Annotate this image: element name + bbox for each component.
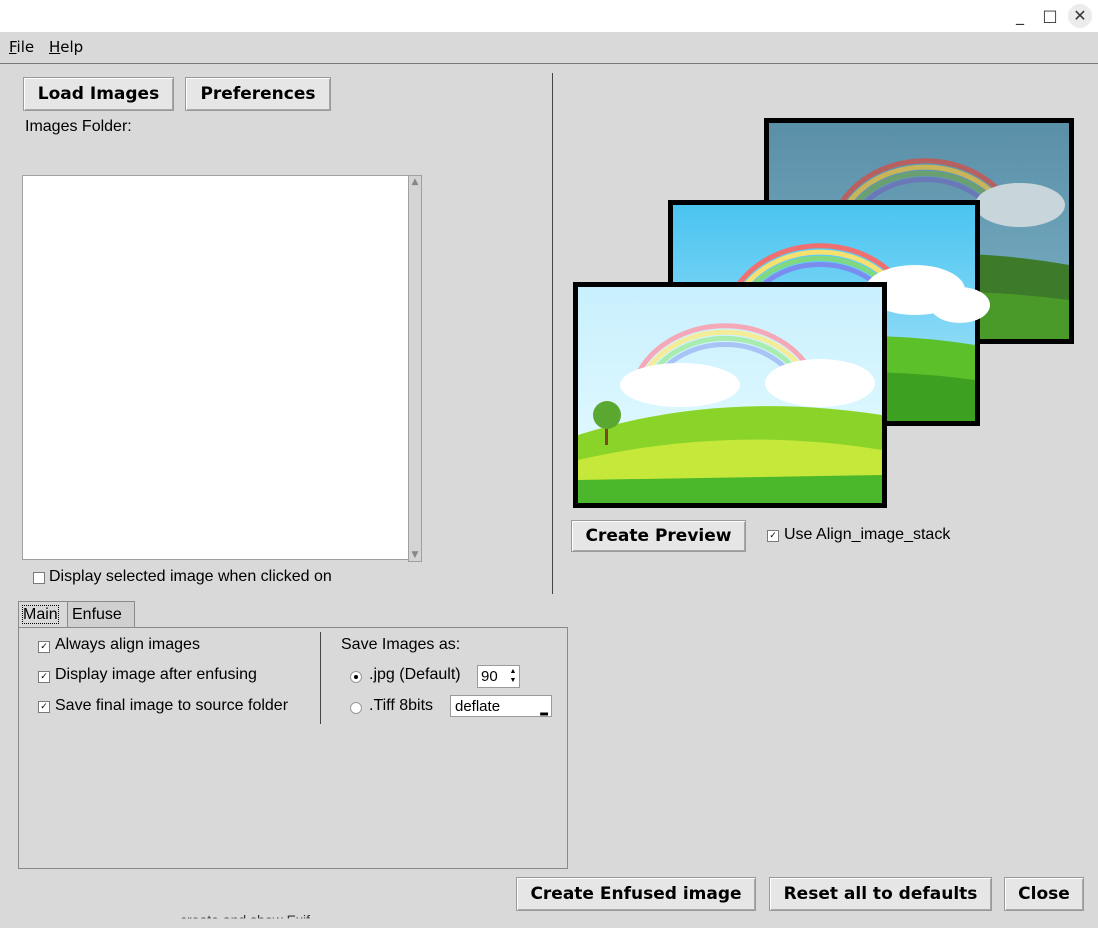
scroll-down-icon[interactable]: ▼: [409, 549, 421, 561]
spinner-arrows-icon[interactable]: ▲ ▼: [508, 667, 518, 686]
save-as-label: Save Images as:: [341, 636, 461, 653]
tab-main-label: Main: [22, 605, 59, 624]
create-preview-button[interactable]: Create Preview: [571, 520, 746, 552]
main-tab-panel: [18, 627, 568, 869]
load-images-button[interactable]: Load Images: [23, 77, 174, 111]
save-to-source-checkbox[interactable]: ✓: [38, 701, 50, 713]
listbox-scrollbar[interactable]: ▲ ▼: [408, 175, 422, 562]
always-align-checkbox[interactable]: ✓: [38, 641, 50, 653]
reset-defaults-button[interactable]: Reset all to defaults: [769, 877, 992, 911]
create-enfused-button[interactable]: Create Enfused image: [516, 877, 756, 911]
stacked-images-illustration: [573, 118, 1074, 508]
use-align-checkbox[interactable]: ✓: [767, 530, 779, 542]
save-to-source-label: Save final image to source folder: [55, 697, 289, 714]
display-after-enfuse-label: Display image after enfusing: [55, 666, 257, 683]
tiff-compression-value: deflate: [455, 698, 501, 715]
jpg-quality-spinner[interactable]: 90 ▲ ▼: [477, 665, 520, 688]
menu-divider: [0, 63, 1098, 64]
display-after-enfuse-checkbox[interactable]: ✓: [38, 671, 50, 683]
menu-help[interactable]: Help: [49, 38, 83, 56]
display-selected-checkbox[interactable]: [33, 572, 45, 584]
maximize-icon[interactable]: □: [1038, 4, 1062, 28]
obscured-text: create and show Exif: [180, 912, 310, 928]
tab-enfuse-label: Enfuse: [72, 606, 122, 623]
images-listbox[interactable]: [22, 175, 410, 560]
tiff-radio[interactable]: [350, 702, 362, 714]
tiff-compression-select[interactable]: deflate ▂: [450, 695, 552, 717]
close-button[interactable]: Close: [1004, 877, 1084, 911]
jpg-radio[interactable]: [350, 671, 362, 683]
close-icon[interactable]: ✕: [1068, 4, 1092, 28]
chevron-down-icon: ▂: [540, 705, 548, 716]
front-image: [573, 282, 887, 508]
panel-divider: [552, 73, 553, 594]
display-selected-label: Display selected image when clicked on: [49, 568, 332, 585]
minimize-icon[interactable]: _: [1008, 4, 1032, 28]
tiff-label: .Tiff 8bits: [369, 697, 434, 714]
menu-file[interactable]: File: [9, 38, 34, 56]
menu-bar: File Help: [0, 32, 1098, 62]
preferences-button[interactable]: Preferences: [185, 77, 331, 111]
use-align-label: Use Align_image_stack: [784, 526, 951, 543]
tab-enfuse[interactable]: Enfuse: [67, 601, 135, 628]
title-bar: _ □ ✕: [0, 0, 1098, 32]
jpg-label: .jpg (Default): [369, 666, 461, 683]
jpg-quality-value: 90: [481, 668, 498, 685]
always-align-label: Always align images: [55, 636, 200, 653]
images-folder-label: Images Folder:: [25, 118, 132, 135]
options-divider: [320, 632, 321, 724]
scroll-up-icon[interactable]: ▲: [409, 176, 421, 188]
